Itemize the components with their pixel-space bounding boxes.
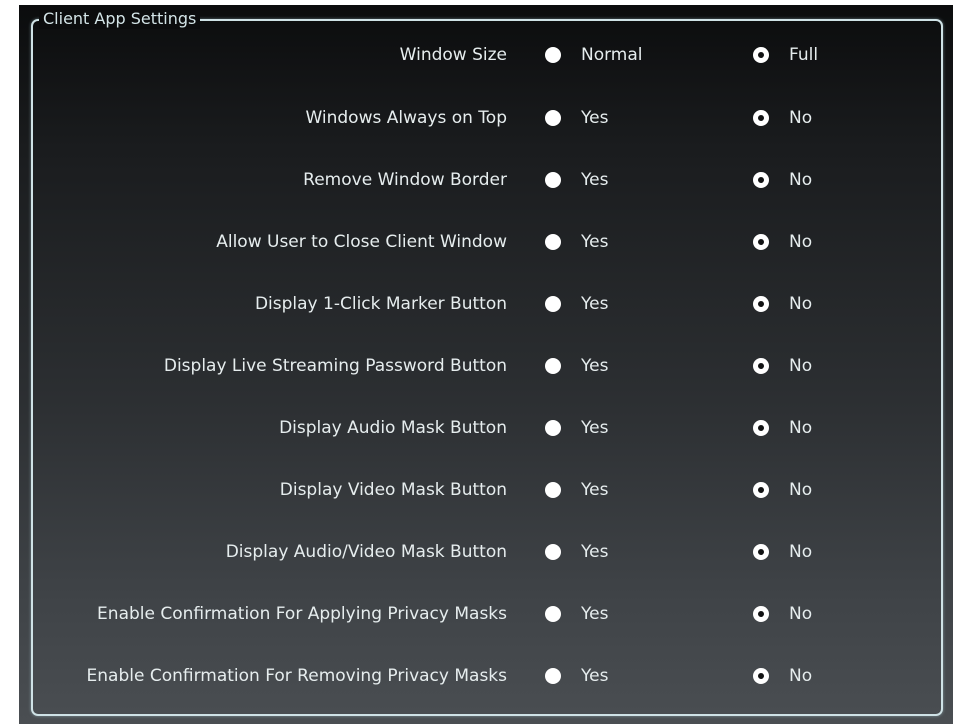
option-label: Yes bbox=[581, 232, 609, 252]
setting-label: Enable Confirmation For Removing Privacy… bbox=[86, 666, 507, 686]
setting-label: Allow User to Close Client Window bbox=[216, 232, 507, 252]
option-label: Yes bbox=[581, 542, 609, 562]
option-label: No bbox=[789, 294, 813, 314]
radio-checked-icon bbox=[753, 358, 769, 374]
option-label: Yes bbox=[581, 418, 609, 438]
setting-row-always-on-top: Windows Always on Top Yes No bbox=[31, 103, 943, 133]
radio-unchecked-icon bbox=[545, 110, 561, 126]
option-label: Yes bbox=[581, 170, 609, 190]
option-label: No bbox=[789, 604, 813, 624]
radio-checked-icon bbox=[753, 544, 769, 560]
setting-row-window-size: Window Size Normal Full bbox=[31, 40, 943, 70]
radio-checked-icon bbox=[753, 420, 769, 436]
option-label: Yes bbox=[581, 480, 609, 500]
setting-row-video-mask: Display Video Mask Button Yes No bbox=[31, 475, 943, 505]
window-size-normal-radio[interactable]: Normal bbox=[545, 40, 685, 70]
option-label: Yes bbox=[581, 604, 609, 624]
streaming-password-yes-radio[interactable]: Yes bbox=[545, 351, 685, 381]
option-label: No bbox=[789, 356, 813, 376]
radio-checked-icon bbox=[753, 110, 769, 126]
option-label: No bbox=[789, 666, 813, 686]
radio-checked-icon bbox=[753, 668, 769, 684]
allow-close-no-radio[interactable]: No bbox=[753, 227, 893, 257]
setting-row-allow-close: Allow User to Close Client Window Yes No bbox=[31, 227, 943, 257]
option-label: No bbox=[789, 480, 813, 500]
radio-unchecked-icon bbox=[545, 606, 561, 622]
radio-unchecked-icon bbox=[545, 172, 561, 188]
option-label: No bbox=[789, 108, 813, 128]
radio-unchecked-icon bbox=[545, 234, 561, 250]
radio-unchecked-icon bbox=[545, 420, 561, 436]
always-on-top-no-radio[interactable]: No bbox=[753, 103, 893, 133]
confirm-applying-no-radio[interactable]: No bbox=[753, 599, 893, 629]
option-label: Yes bbox=[581, 294, 609, 314]
setting-row-streaming-password: Display Live Streaming Password Button Y… bbox=[31, 351, 943, 381]
radio-unchecked-icon bbox=[545, 544, 561, 560]
option-label: Normal bbox=[581, 45, 643, 65]
video-mask-no-radio[interactable]: No bbox=[753, 475, 893, 505]
setting-row-audio-mask: Display Audio Mask Button Yes No bbox=[31, 413, 943, 443]
radio-unchecked-icon bbox=[545, 482, 561, 498]
always-on-top-yes-radio[interactable]: Yes bbox=[545, 103, 685, 133]
setting-label: Window Size bbox=[399, 45, 507, 65]
option-label: Yes bbox=[581, 356, 609, 376]
setting-row-remove-border: Remove Window Border Yes No bbox=[31, 165, 943, 195]
option-label: No bbox=[789, 418, 813, 438]
radio-unchecked-icon bbox=[545, 358, 561, 374]
option-label: Full bbox=[789, 45, 819, 65]
setting-row-audio-video-mask: Display Audio/Video Mask Button Yes No bbox=[31, 537, 943, 567]
radio-checked-icon bbox=[753, 172, 769, 188]
option-label: No bbox=[789, 542, 813, 562]
streaming-password-no-radio[interactable]: No bbox=[753, 351, 893, 381]
setting-label: Display 1-Click Marker Button bbox=[254, 294, 507, 314]
confirm-applying-yes-radio[interactable]: Yes bbox=[545, 599, 685, 629]
radio-checked-icon bbox=[753, 296, 769, 312]
audio-video-mask-yes-radio[interactable]: Yes bbox=[545, 537, 685, 567]
audio-video-mask-no-radio[interactable]: No bbox=[753, 537, 893, 567]
setting-label: Enable Confirmation For Applying Privacy… bbox=[97, 604, 507, 624]
radio-unchecked-icon bbox=[545, 668, 561, 684]
setting-label: Display Live Streaming Password Button bbox=[163, 356, 507, 376]
window-size-full-radio[interactable]: Full bbox=[753, 40, 893, 70]
radio-checked-icon bbox=[753, 234, 769, 250]
setting-row-confirm-removing-masks: Enable Confirmation For Removing Privacy… bbox=[31, 661, 943, 691]
option-label: No bbox=[789, 232, 813, 252]
audio-mask-yes-radio[interactable]: Yes bbox=[545, 413, 685, 443]
radio-checked-icon bbox=[753, 47, 769, 63]
option-label: Yes bbox=[581, 108, 609, 128]
marker-button-yes-radio[interactable]: Yes bbox=[545, 289, 685, 319]
audio-mask-no-radio[interactable]: No bbox=[753, 413, 893, 443]
confirm-removing-yes-radio[interactable]: Yes bbox=[545, 661, 685, 691]
radio-checked-icon bbox=[753, 482, 769, 498]
setting-row-marker-button: Display 1-Click Marker Button Yes No bbox=[31, 289, 943, 319]
remove-border-no-radio[interactable]: No bbox=[753, 165, 893, 195]
allow-close-yes-radio[interactable]: Yes bbox=[545, 227, 685, 257]
remove-border-yes-radio[interactable]: Yes bbox=[545, 165, 685, 195]
setting-label: Display Audio/Video Mask Button bbox=[225, 542, 507, 562]
setting-row-confirm-applying-masks: Enable Confirmation For Applying Privacy… bbox=[31, 599, 943, 629]
setting-label: Display Audio Mask Button bbox=[279, 418, 507, 438]
marker-button-no-radio[interactable]: No bbox=[753, 289, 893, 319]
groupbox-title: Client App Settings bbox=[39, 9, 201, 29]
setting-label: Display Video Mask Button bbox=[279, 480, 507, 500]
setting-label: Remove Window Border bbox=[303, 170, 507, 190]
radio-checked-icon bbox=[753, 606, 769, 622]
option-label: Yes bbox=[581, 666, 609, 686]
setting-label: Windows Always on Top bbox=[305, 108, 507, 128]
radio-unchecked-icon bbox=[545, 296, 561, 312]
radio-unchecked-icon bbox=[545, 47, 561, 63]
confirm-removing-no-radio[interactable]: No bbox=[753, 661, 893, 691]
option-label: No bbox=[789, 170, 813, 190]
video-mask-yes-radio[interactable]: Yes bbox=[545, 475, 685, 505]
